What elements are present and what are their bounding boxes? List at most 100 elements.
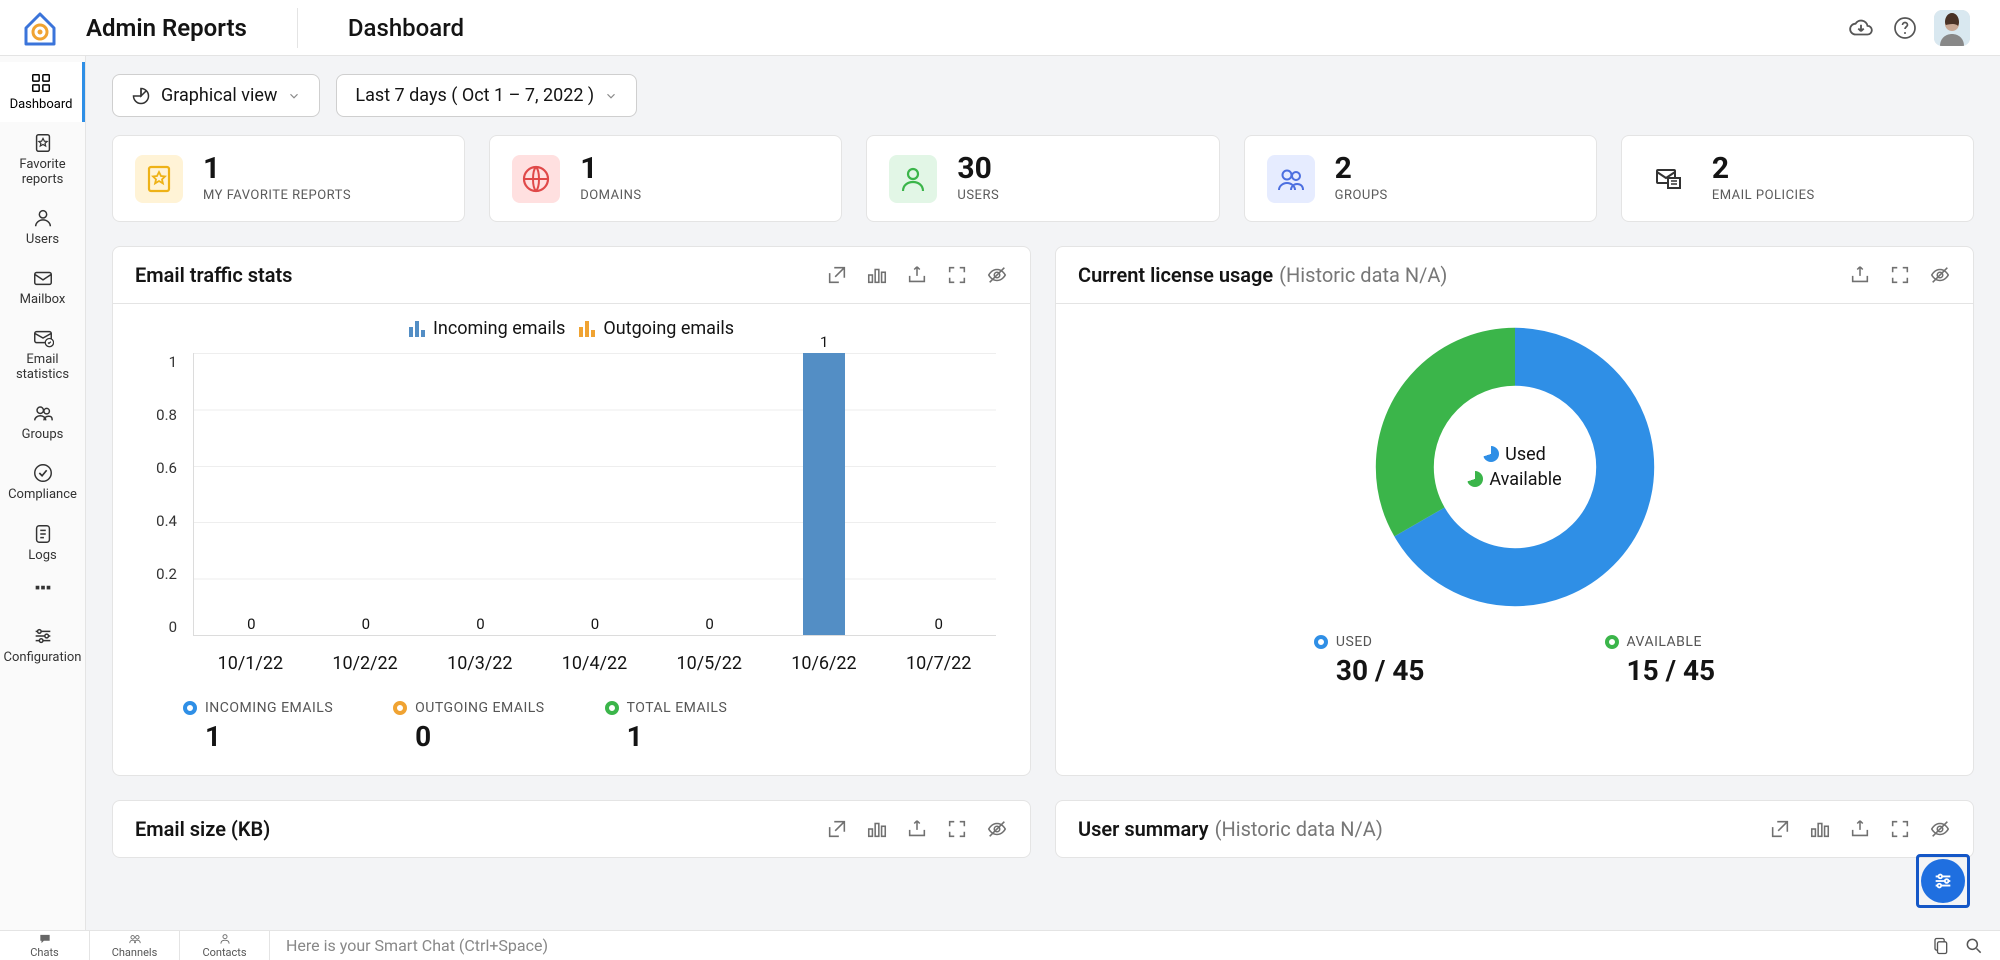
- popout-icon[interactable]: [826, 264, 848, 286]
- app-logo[interactable]: [18, 6, 62, 50]
- sidebar-item-more[interactable]: [0, 573, 85, 615]
- summary-item: TOTAL EMAILS1: [605, 700, 728, 753]
- panel-subtitle: (Historic data N/A): [1279, 263, 1447, 287]
- stat-card[interactable]: 30USERS: [866, 135, 1219, 222]
- hide-icon[interactable]: [986, 264, 1008, 286]
- sidebar-item-logs[interactable]: Logs: [0, 513, 85, 573]
- sidebar-item-configuration[interactable]: Configuration: [0, 615, 85, 675]
- fav-icon: [135, 155, 183, 203]
- footer-tab-label: Chats: [30, 946, 58, 959]
- footer-tab-chats[interactable]: Chats: [0, 931, 90, 960]
- fullscreen-icon[interactable]: [946, 264, 968, 286]
- x-tick-label: 10/5/22: [652, 653, 767, 674]
- bar-value-label: 0: [476, 615, 484, 633]
- panel-actions: [826, 264, 1008, 286]
- bar-column: 0: [309, 353, 424, 635]
- stat-value: 2: [1712, 154, 1815, 184]
- sidebar-item-compliance[interactable]: Compliance: [0, 452, 85, 512]
- pie-icon: [131, 86, 151, 106]
- panel-title: Email size (KB): [135, 817, 270, 841]
- chevron-down-icon: [287, 89, 301, 103]
- fullscreen-icon[interactable]: [946, 818, 968, 840]
- stat-value: 2: [1335, 154, 1388, 184]
- sidebar-label: Favorite reports: [2, 158, 83, 187]
- copy-icon[interactable]: [1930, 936, 1950, 956]
- sidebar-item-groups[interactable]: Groups: [0, 392, 85, 452]
- bar-value-label: 0: [247, 615, 255, 633]
- legend-label-available: Available: [1489, 469, 1561, 490]
- policy-icon: [1644, 155, 1692, 203]
- sidebar-label: Mailbox: [20, 293, 66, 307]
- footer-tab-channels[interactable]: Channels: [90, 931, 180, 960]
- sidebar-label: Logs: [28, 549, 56, 563]
- bar-value-label: 1: [820, 333, 828, 351]
- panel-actions: [1769, 818, 1951, 840]
- stat-label: USERS: [957, 188, 999, 203]
- export-icon[interactable]: [906, 264, 928, 286]
- bar-value-label: 0: [705, 615, 713, 633]
- chart-type-icon[interactable]: [1809, 818, 1831, 840]
- footer-tab-label: Contacts: [202, 946, 246, 959]
- hide-icon[interactable]: [1929, 818, 1951, 840]
- fullscreen-icon[interactable]: [1889, 818, 1911, 840]
- view-mode-dropdown[interactable]: Graphical view: [112, 74, 320, 117]
- panel-actions: [826, 818, 1008, 840]
- stat-card[interactable]: 1DOMAINS: [489, 135, 842, 222]
- sidebar-item-mailbox[interactable]: Mailbox: [0, 257, 85, 317]
- chart-type-icon[interactable]: [866, 818, 888, 840]
- search-icon[interactable]: [1964, 936, 1984, 956]
- bar-column: 0: [881, 353, 996, 635]
- date-range-dropdown[interactable]: Last 7 days ( Oct 1 – 7, 2022 ): [336, 74, 637, 117]
- export-icon[interactable]: [1849, 818, 1871, 840]
- help-icon[interactable]: [1890, 13, 1920, 43]
- popout-icon[interactable]: [826, 818, 848, 840]
- hide-icon[interactable]: [986, 818, 1008, 840]
- summary-label: AVAILABLE: [1627, 634, 1702, 650]
- x-tick-label: 10/2/22: [308, 653, 423, 674]
- person-icon: [889, 155, 937, 203]
- legend-label-outgoing: Outgoing emails: [603, 318, 734, 339]
- controls-row: Graphical view Last 7 days ( Oct 1 – 7, …: [112, 74, 1974, 117]
- sidebar-label: Compliance: [8, 488, 77, 502]
- summary-value: 15 / 45: [1605, 654, 1716, 687]
- panel-license-usage: Current license usage (Historic data N/A…: [1055, 246, 1974, 776]
- stat-card[interactable]: 1MY FAVORITE REPORTS: [112, 135, 465, 222]
- groups-icon: [1267, 155, 1315, 203]
- summary-item: OUTGOING EMAILS0: [393, 700, 544, 753]
- bar-value-label: 0: [935, 615, 943, 633]
- sidebar-item-email-statistics[interactable]: Email statistics: [0, 317, 85, 392]
- footer: Chats Channels Contacts Here is your Sma…: [0, 930, 2000, 960]
- fullscreen-icon[interactable]: [1889, 264, 1911, 286]
- dot-icon: [393, 701, 407, 715]
- bar-column: 0: [423, 353, 538, 635]
- export-icon[interactable]: [1849, 264, 1871, 286]
- sidebar-item-favorite-reports[interactable]: Favorite reports: [0, 122, 85, 197]
- stat-card[interactable]: 2EMAIL POLICIES: [1621, 135, 1974, 222]
- pie-icon: [1467, 471, 1483, 487]
- x-tick-label: 10/4/22: [537, 653, 652, 674]
- export-icon[interactable]: [906, 818, 928, 840]
- cloud-download-icon[interactable]: [1846, 13, 1876, 43]
- dot-icon: [1314, 635, 1328, 649]
- smart-chat-input[interactable]: Here is your Smart Chat (Ctrl+Space): [270, 936, 1930, 955]
- hide-icon[interactable]: [1929, 264, 1951, 286]
- sidebar-item-dashboard[interactable]: Dashboard: [0, 62, 85, 122]
- stat-label: GROUPS: [1335, 188, 1388, 203]
- avatar[interactable]: [1934, 10, 1970, 46]
- sidebar-item-users[interactable]: Users: [0, 197, 85, 257]
- footer-tab-contacts[interactable]: Contacts: [180, 931, 270, 960]
- page-title: Dashboard: [348, 14, 464, 42]
- dot-icon: [183, 701, 197, 715]
- summary-value: 0: [393, 720, 544, 753]
- summary-label: USED: [1336, 634, 1373, 650]
- footer-tab-label: Channels: [112, 946, 158, 959]
- settings-fab[interactable]: [1916, 854, 1970, 908]
- sidebar-label: Configuration: [4, 651, 82, 665]
- chart-type-icon[interactable]: [866, 264, 888, 286]
- legend-label-used: Used: [1505, 444, 1546, 465]
- summary-value: 1: [183, 720, 333, 753]
- stat-card[interactable]: 2 GROUPS: [1244, 135, 1597, 222]
- summary-value: 30 / 45: [1314, 654, 1425, 687]
- popout-icon[interactable]: [1769, 818, 1791, 840]
- summary-item: INCOMING EMAILS1: [183, 700, 333, 753]
